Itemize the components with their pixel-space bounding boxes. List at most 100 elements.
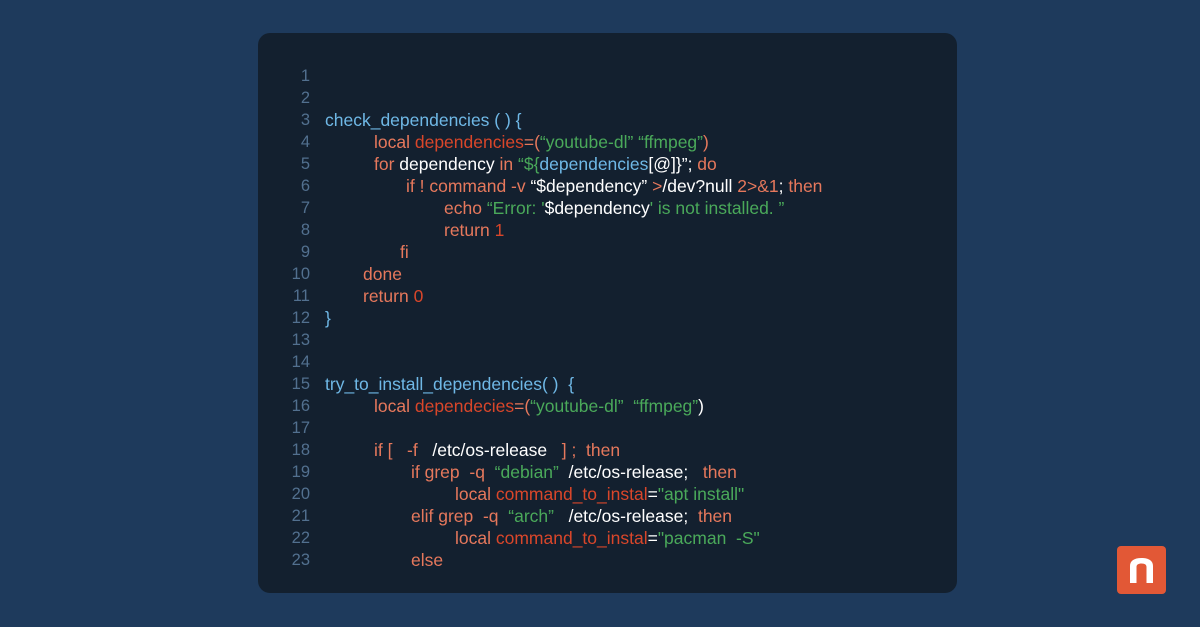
code-token: echo — [444, 198, 487, 218]
code-token: “${ — [518, 154, 540, 174]
code-token: /dev?null — [662, 176, 738, 196]
n-logo-icon — [1130, 558, 1153, 583]
code-token: =( — [523, 132, 540, 152]
line-number: 1 — [300, 67, 310, 85]
line-number: 18 — [291, 441, 310, 459]
code-token: else — [411, 550, 444, 570]
code-line: 14 — [258, 351, 957, 373]
code-line: 7 echo “Error: '$dependency' is not insta… — [258, 197, 957, 219]
line-number: 11 — [292, 287, 310, 305]
ninjaone-logo — [1117, 546, 1166, 594]
code-token: ; — [778, 176, 789, 196]
code-line: 4 local dependencies=(“youtube-dl” “ffmpe… — [258, 131, 957, 153]
code-line: 6 if ! command -v “$dependency” >/dev?nul… — [258, 175, 957, 197]
code-text: return 1 — [444, 219, 504, 241]
code-token: return — [363, 286, 414, 306]
code-token: fi — [400, 242, 409, 262]
code-token: "pacman -S" — [657, 528, 760, 548]
line-number: 9 — [300, 243, 310, 261]
code-line: 21 elif grep -q “arch” /etc/os-release; t… — [258, 505, 957, 527]
code-token: dependency — [399, 154, 500, 174]
code-token: “arch” — [508, 506, 569, 526]
code-token: ' is not installed. ” — [649, 198, 785, 218]
code-text: local dependencies=(“youtube-dl” “ffmpeg… — [374, 131, 709, 153]
line-number: 2 — [300, 89, 310, 107]
code-token: check_dependencies ( ) { — [325, 110, 522, 130]
code-text: } — [325, 307, 331, 329]
code-token: local — [374, 396, 415, 416]
code-text: fi — [400, 241, 409, 263]
code-text: local command_to_instal="pacman -S" — [455, 527, 760, 549]
code-text: for dependency in “${dependencies[@]}”; … — [374, 153, 717, 175]
code-token: = — [647, 528, 658, 548]
code-token: > — [652, 176, 663, 196]
code-line: 11 return 0 — [258, 285, 957, 307]
code-token: ] ; then — [561, 440, 621, 460]
code-token: /etc/os-release; — [568, 462, 703, 482]
line-number: 20 — [291, 485, 310, 503]
code-line: 18 if [ -f /etc/os-release ] ; then — [258, 439, 957, 461]
code-token: local — [455, 528, 496, 548]
code-token: command_to_instal — [495, 528, 648, 548]
code-line: 17 — [258, 417, 957, 439]
line-number: 17 — [291, 419, 310, 437]
code-text: if grep -q “debian” /etc/os-release; the… — [411, 461, 737, 483]
code-line: 5 for dependency in “${dependencies[@]}”;… — [258, 153, 957, 175]
code-token: try_to_install_dependencies( ) { — [325, 374, 575, 394]
code-token: 2>&1 — [737, 176, 779, 196]
code-token: if ! command -v — [406, 176, 531, 196]
code-text: local command_to_instal="apt install" — [455, 483, 744, 505]
code-token: 0 — [413, 286, 424, 306]
code-token: return — [444, 220, 495, 240]
line-number: 14 — [291, 353, 310, 371]
code-token: =( — [514, 396, 531, 416]
code-token: 1 — [494, 220, 505, 240]
line-number: 5 — [300, 155, 310, 173]
line-number: 3 — [300, 111, 310, 129]
line-number: 22 — [291, 529, 310, 547]
line-number: 19 — [291, 463, 310, 481]
code-text: if [ -f /etc/os-release ] ; then — [374, 439, 620, 461]
code-line: 16 local dependecies=(“youtube-dl” “ffmpe… — [258, 395, 957, 417]
code-token: /etc/os-release; — [568, 506, 698, 526]
code-token: then — [702, 462, 737, 482]
code-text: check_dependencies ( ) { — [325, 109, 522, 131]
code-token: "apt install" — [657, 484, 745, 504]
code-line: 23 else — [258, 549, 957, 571]
code-token: if [ -f — [374, 440, 433, 460]
code-token: for — [374, 154, 400, 174]
code-token: “youtube-dl” “ffmpeg” — [539, 132, 703, 152]
code-token: command_to_instal — [495, 484, 648, 504]
line-number: 23 — [291, 551, 310, 569]
code-line: 2 — [258, 87, 957, 109]
code-line: 3 check_dependencies ( ) { — [258, 109, 957, 131]
code-text: echo “Error: '$dependency' is not instal… — [444, 197, 784, 219]
line-number: 8 — [300, 221, 310, 239]
line-number: 21 — [291, 507, 310, 525]
code-line: 15 try_to_install_dependencies( ) { — [258, 373, 957, 395]
code-token: if grep -q — [411, 462, 495, 482]
code-text: elif grep -q “arch” /etc/os-release; the… — [411, 505, 732, 527]
code-token: /etc/os-release — [432, 440, 562, 460]
code-text: return 0 — [363, 285, 423, 307]
code-line: 22 local command_to_instal="pacman -S" — [258, 527, 957, 549]
code-token: done — [363, 264, 402, 284]
code-token: = — [647, 484, 658, 504]
code-text: else — [411, 549, 443, 571]
code-token: “Error: ' — [486, 198, 545, 218]
line-number: 4 — [300, 133, 310, 151]
code-token: dependecies — [414, 396, 515, 416]
code-line: 13 — [258, 329, 957, 351]
code-line: 9 fi — [258, 241, 957, 263]
code-text: try_to_install_dependencies( ) { — [325, 373, 574, 395]
code-token: “$dependency” — [530, 176, 653, 196]
code-line: 1 — [258, 65, 957, 87]
code-text: local dependecies=(“youtube-dl” “ffmpeg”… — [374, 395, 704, 417]
code-token: “debian” — [494, 462, 569, 482]
code-line: 8 return 1 — [258, 219, 957, 241]
code-token: in — [499, 154, 519, 174]
code-token: [@]}”; — [648, 154, 698, 174]
code-token: dependencies — [414, 132, 524, 152]
line-number: 6 — [300, 177, 310, 195]
code-token: elif grep -q — [411, 506, 509, 526]
